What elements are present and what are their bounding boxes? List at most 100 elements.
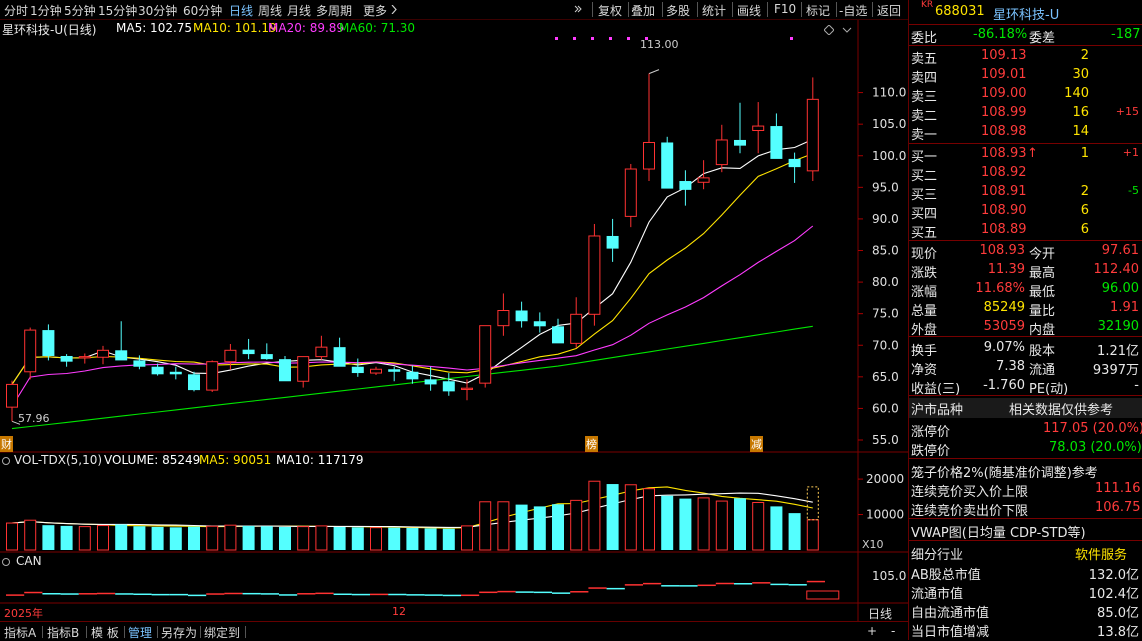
candle-down[interactable] <box>42 330 55 356</box>
candle-down[interactable] <box>169 371 182 375</box>
tab-manage[interactable]: 管理 <box>128 624 152 641</box>
period-tab[interactable]: 1分钟 <box>30 2 62 19</box>
ask-level-row[interactable]: 卖四 109.01 30 <box>909 66 1142 86</box>
candle-up[interactable] <box>715 139 728 166</box>
candle-up[interactable] <box>806 98 819 172</box>
candle-up[interactable] <box>206 361 219 391</box>
candle-up[interactable] <box>78 356 91 359</box>
period-tab[interactable]: 周线 <box>258 2 282 19</box>
candle-up[interactable] <box>624 168 637 217</box>
chevron-right-icon[interactable] <box>391 5 397 14</box>
candle-down[interactable] <box>424 379 437 385</box>
candle-down[interactable] <box>406 371 419 380</box>
period-tab[interactable]: 60分钟 <box>183 2 222 19</box>
period-tab[interactable]: 30分钟 <box>138 2 177 19</box>
billboard-marker[interactable]: 榜 <box>585 436 598 452</box>
candle-down[interactable] <box>242 349 255 355</box>
candle-up[interactable] <box>752 125 765 131</box>
candle-up[interactable] <box>643 141 655 170</box>
candle-down[interactable] <box>279 359 291 382</box>
candle-up[interactable] <box>588 235 601 315</box>
ask-level-row[interactable]: 卖二 108.99 16 +15 <box>909 104 1142 124</box>
candle-up[interactable] <box>6 383 18 408</box>
candle-down[interactable] <box>661 142 674 189</box>
chart-canvas[interactable]: 110.0 105.0 100.0 95.0 90.0 85.0 80.0 75.0 70.0 6… <box>0 20 908 621</box>
adjust-button[interactable]: 复权 <box>598 2 622 19</box>
industry-value[interactable]: 软件服务 <box>1075 544 1127 563</box>
bid-level-row[interactable]: 买二 108.92 <box>909 164 1142 184</box>
tab-bind-to[interactable]: 绑定到 <box>204 624 240 641</box>
stats-button[interactable]: 统计 <box>702 2 726 19</box>
overlay-button[interactable]: 叠加 <box>631 2 655 19</box>
expand-icon[interactable] <box>574 5 582 13</box>
candle-down[interactable] <box>515 310 528 322</box>
stock-name[interactable]: 星环科技-U <box>993 4 1059 23</box>
mark-button[interactable]: 标记 <box>806 2 830 19</box>
tab-template[interactable]: 模 板 <box>91 624 119 641</box>
candle-down[interactable] <box>260 354 273 360</box>
candle-down[interactable] <box>552 326 564 344</box>
reduce-marker[interactable]: 减 <box>750 436 763 452</box>
period-tab[interactable]: 多周期 <box>316 2 352 19</box>
tab-indicator-a[interactable]: 指标A <box>4 624 36 641</box>
candle-down[interactable] <box>151 366 164 375</box>
can-title[interactable]: CAN <box>16 554 42 568</box>
period-tab[interactable]: 15分钟 <box>98 2 137 19</box>
bid-level-row[interactable]: 买三 108.91 2 -5 <box>909 183 1142 203</box>
zoom-in-button[interactable]: + <box>867 624 877 638</box>
candle-down[interactable] <box>60 355 73 362</box>
candle-up[interactable] <box>461 387 473 390</box>
bid-level-row[interactable]: 买一 108.93 ↑ 1 +1 <box>909 145 1142 165</box>
candle-up[interactable] <box>479 325 492 384</box>
zoom-out-button[interactable]: - <box>891 624 895 638</box>
tab-indicator-b[interactable]: 指标B <box>47 624 79 641</box>
candle-down[interactable] <box>333 347 346 367</box>
candle-up[interactable] <box>97 349 109 358</box>
candle-down[interactable] <box>351 366 364 374</box>
candle-down[interactable] <box>679 181 692 190</box>
period-tab[interactable]: 分时 <box>4 2 28 19</box>
f10-button[interactable]: F10 <box>774 2 796 16</box>
candle-down[interactable] <box>115 350 128 361</box>
candle-down[interactable] <box>734 139 746 146</box>
period-tab[interactable]: 月线 <box>287 2 311 19</box>
candle-down[interactable] <box>133 360 146 367</box>
period-tab[interactable]: 5分钟 <box>64 2 96 19</box>
period-tab-active[interactable]: 日线 <box>229 2 253 19</box>
bid-level-row[interactable]: 买五 108.89 6 <box>909 221 1142 241</box>
vwap-row[interactable]: VWAP图(日均量 CDP-STD等) <box>909 521 1142 541</box>
ask-level-row[interactable]: 卖一 108.98 14 <box>909 123 1142 143</box>
candle-up[interactable] <box>570 313 583 344</box>
stock-code[interactable]: 688031 <box>935 4 985 19</box>
ask-level-row[interactable]: 卖五 109.13 2 <box>909 47 1142 67</box>
candle-up[interactable] <box>297 356 310 382</box>
candle-down[interactable] <box>442 381 455 392</box>
can-indicator-icon[interactable] <box>1 557 11 567</box>
kline-chart-area[interactable]: 110.0 105.0 100.0 95.0 90.0 85.0 80.0 75.0 70.0 6… <box>0 20 908 621</box>
candle-up[interactable] <box>497 310 510 327</box>
candle-up[interactable] <box>224 349 237 363</box>
tab-save-as[interactable]: 另存为 <box>161 624 197 641</box>
vol-title[interactable]: VOL-TDX(5,10) <box>14 453 102 467</box>
candle-up[interactable] <box>370 368 382 374</box>
bid-level-row[interactable]: 买四 108.90 6 <box>909 202 1142 222</box>
vol-indicator-icon[interactable] <box>1 456 11 466</box>
candle-down[interactable] <box>606 235 619 249</box>
candle-up[interactable] <box>697 177 710 183</box>
period-tab-more[interactable]: 更多 <box>363 2 387 19</box>
candle-up[interactable] <box>24 329 37 373</box>
collapse-icon[interactable] <box>842 25 852 35</box>
candle-down[interactable] <box>188 374 200 391</box>
multi-stock-button[interactable]: 多股 <box>666 2 690 19</box>
candle-up[interactable] <box>315 346 328 358</box>
candle-down[interactable] <box>788 158 801 168</box>
back-button[interactable]: 返回 <box>877 2 901 19</box>
candle-down[interactable] <box>770 126 783 159</box>
finance-marker[interactable]: 财 <box>0 436 13 452</box>
candle-down[interactable] <box>533 321 546 327</box>
draw-button[interactable]: 画线 <box>737 2 761 19</box>
ask-level-row[interactable]: 卖三 109.00 140 <box>909 85 1142 105</box>
diamond-icon[interactable] <box>824 25 834 35</box>
candle-down[interactable] <box>388 369 401 372</box>
watchlist-button[interactable]: -自选 <box>839 2 867 19</box>
